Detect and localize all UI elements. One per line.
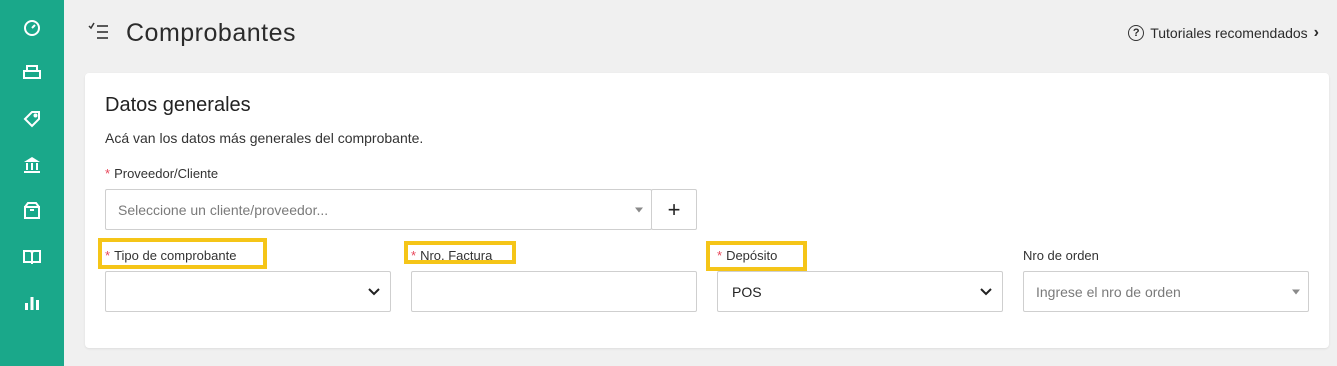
required-mark: * [411,248,417,263]
factura-label: * Nro. Factura [411,248,493,263]
proveedor-placeholder: Seleccione un cliente/proveedor... [118,201,329,218]
bar-chart-icon[interactable] [20,291,44,315]
dashboard-gauge-icon[interactable] [20,15,44,39]
proveedor-label: * Proveedor/Cliente [105,166,219,181]
book-open-icon[interactable] [20,245,44,269]
caret-down-icon [635,207,643,212]
tipo-label: * Tipo de comprobante [105,248,237,263]
chevron-down-icon [980,287,992,295]
required-mark: * [105,248,111,263]
deposito-select[interactable]: POS [717,271,1003,312]
tag-icon[interactable] [20,107,44,131]
caret-down-icon [1292,289,1300,294]
card-description: Acá van los datos más generales del comp… [105,130,424,146]
printer-icon[interactable] [20,61,44,85]
box-icon[interactable] [20,199,44,223]
orden-placeholder: Ingrese el nro de orden [1036,283,1181,300]
required-mark: * [105,166,111,181]
proveedor-select[interactable]: Seleccione un cliente/proveedor... [105,189,652,230]
page-title: Comprobantes [126,19,296,47]
deposito-value: POS [732,283,762,300]
chevron-right-icon: › [1313,24,1319,41]
orden-select[interactable]: Ingrese el nro de orden [1023,271,1309,312]
bank-icon[interactable] [20,153,44,177]
factura-input[interactable] [411,271,697,312]
card-title: Datos generales [105,94,251,116]
tipo-select[interactable] [105,271,391,312]
checklist-icon [88,22,108,39]
required-mark: * [717,248,723,263]
chevron-down-icon [368,287,380,295]
orden-label: Nro de orden [1023,248,1099,263]
datos-generales-card: Datos generales Acá van los datos más ge… [85,73,1329,348]
add-proveedor-button[interactable]: + [651,189,697,230]
sidebar [0,0,64,366]
deposito-label: * Depósito [717,248,778,263]
tutorials-link[interactable]: ? Tutoriales recomendados › [1128,24,1319,42]
help-circle-icon: ? [1128,25,1145,41]
tutorials-label: Tutoriales recomendados [1150,25,1308,41]
